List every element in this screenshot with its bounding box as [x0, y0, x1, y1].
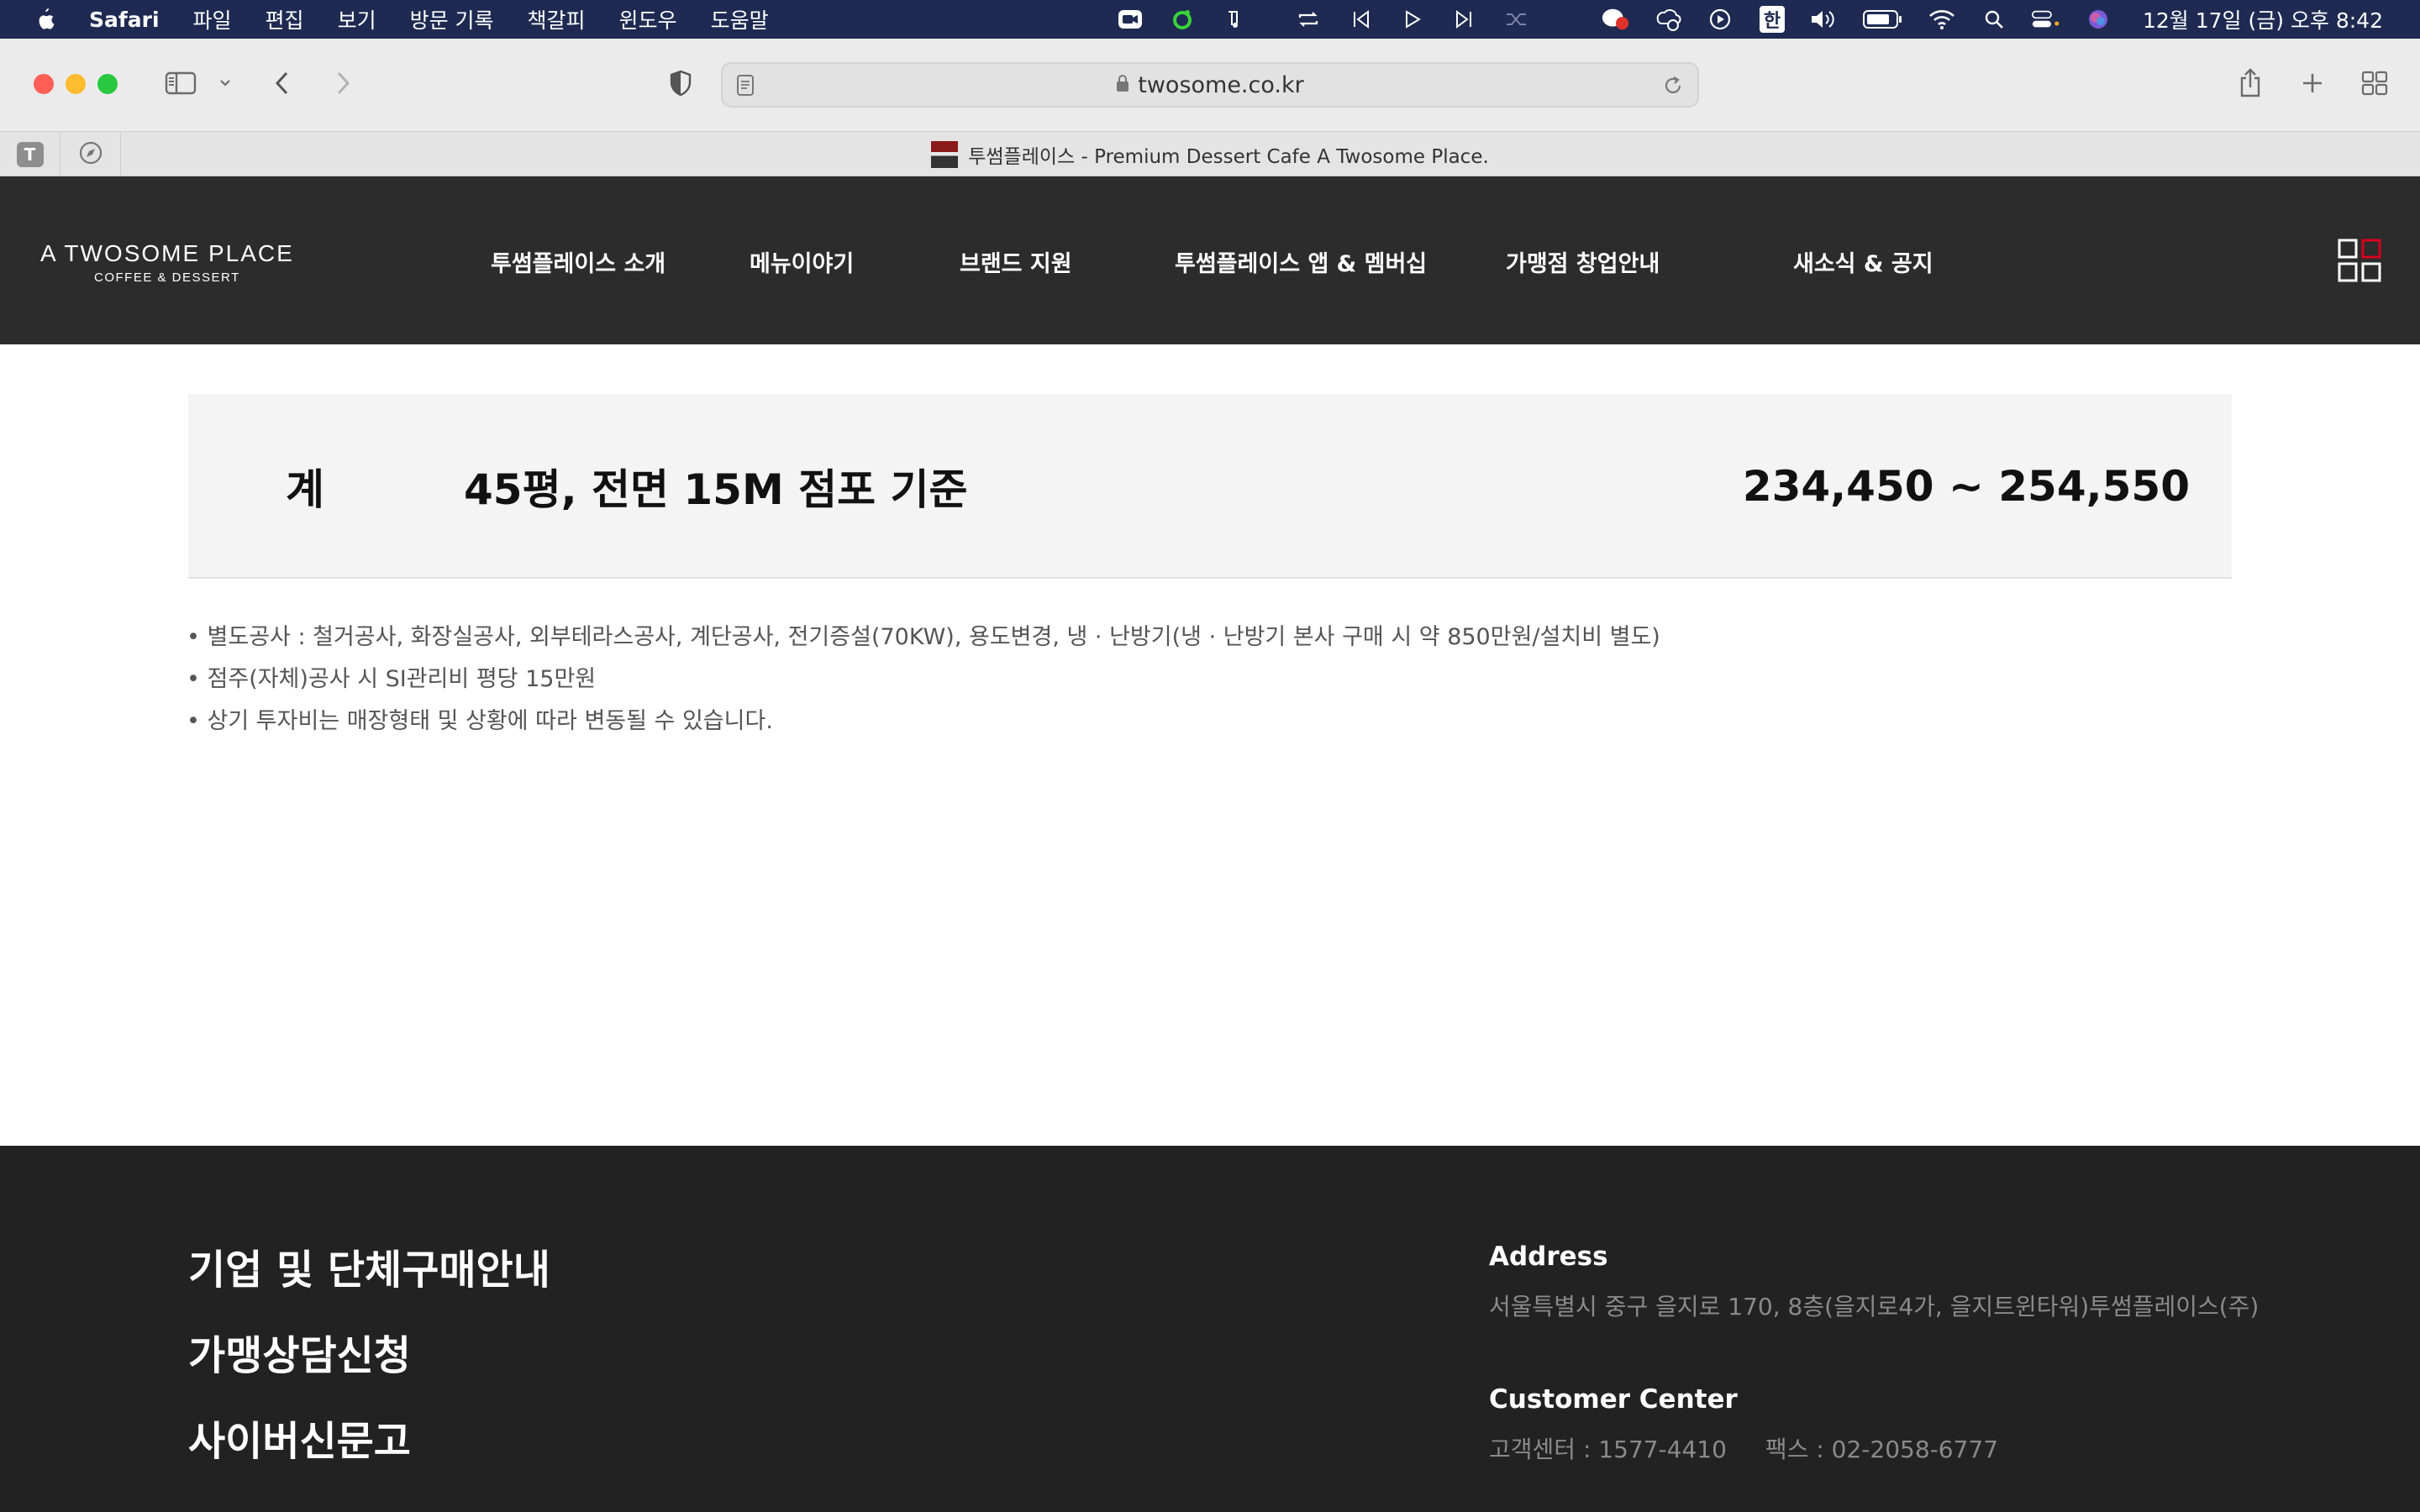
forward-button[interactable]: [328, 62, 358, 104]
menu-edit[interactable]: 편집: [266, 4, 304, 34]
menu-file[interactable]: 파일: [193, 4, 232, 34]
logo-subtitle: COFFEE & DESSERT: [94, 270, 240, 285]
play-icon[interactable]: [1398, 5, 1427, 34]
lock-icon: [1116, 74, 1129, 96]
site-header: A TWOSOME PLACE COFFEE & DESSERT 투썸플레이스 …: [0, 176, 2420, 344]
status-area: 한 12월 17일 (금) 오후 8:42: [1104, 0, 2420, 39]
menu-history[interactable]: 방문 기록: [410, 4, 494, 34]
note-item: • 별도공사 : 철거공사, 화장실공사, 외부테라스공사, 계단공사, 전기증…: [187, 624, 1660, 650]
menubar-clock[interactable]: 12월 17일 (금) 오후 8:42: [2143, 4, 2383, 34]
pinned-tab-t[interactable]: T: [0, 132, 60, 177]
menu-bookmarks[interactable]: 책갈피: [528, 4, 586, 34]
reload-icon[interactable]: [1662, 74, 1684, 101]
pinned-tab-compass[interactable]: [60, 132, 121, 177]
menu-window[interactable]: 윈도우: [619, 4, 677, 34]
phone-number: 고객센터 : 1577-4410: [1489, 1436, 1727, 1463]
shuffle-icon[interactable]: [1502, 5, 1531, 34]
site-footer: 기업 및 단체구매안내 가맹상담신청 사이버신문고 Address 서울특별시 …: [0, 1146, 2420, 1512]
privacy-shield-icon[interactable]: [666, 62, 696, 104]
volume-icon[interactable]: [1810, 5, 1839, 34]
window-zoom-button[interactable]: [97, 74, 118, 94]
active-tab[interactable]: 투썸플레이스 - Premium Dessert Cafe A Twosome …: [0, 132, 2420, 177]
fax-number: 팩스 : 02-2058-6777: [1765, 1436, 1999, 1463]
battery-icon[interactable]: [1862, 5, 1904, 34]
window-minimize-button[interactable]: [66, 74, 86, 94]
notes-list: • 별도공사 : 철거공사, 화장실공사, 외부테라스공사, 계단공사, 전기증…: [187, 617, 1660, 743]
active-tab-title: 투썸플레이스 - Premium Dessert Cafe A Twosome …: [968, 146, 1489, 168]
site-logo[interactable]: A TWOSOME PLACE COFFEE & DESSERT: [40, 240, 294, 285]
app-name-menu[interactable]: Safari: [89, 8, 160, 32]
total-description: 45평, 전면 15M 점포 기준: [464, 465, 968, 514]
logo-title: A TWOSOME PLACE: [40, 240, 294, 266]
media-play-circle-icon[interactable]: [1706, 5, 1734, 34]
pinned-tab-letter: T: [16, 142, 44, 167]
zoom-video-icon[interactable]: [1116, 5, 1144, 34]
window-close-button[interactable]: [34, 74, 54, 94]
input-method-icon[interactable]: 한: [1758, 5, 1786, 34]
new-tab-plus-icon[interactable]: [2296, 62, 2329, 104]
share-icon[interactable]: [2233, 62, 2267, 104]
note-item: • 점주(자체)공사 시 SI관리비 평당 15만원: [187, 666, 597, 692]
input-method-label: 한: [1759, 6, 1785, 33]
nav-franchise[interactable]: 가맹점 창업안내: [1506, 245, 1660, 278]
repeat-icon[interactable]: [1294, 5, 1323, 34]
browser-toolbar: twosome.co.kr: [0, 39, 2420, 131]
contact-line: 고객센터 : 1577-4410 팩스 : 02-2058-6777: [1489, 1431, 1998, 1465]
macos-menu-bar: Safari 파일 편집 보기 방문 기록 책갈피 윈도우 도움말 한 12월 …: [0, 0, 2420, 39]
menu-view[interactable]: 보기: [338, 4, 376, 34]
siri-icon[interactable]: [2084, 5, 2112, 34]
nav-about[interactable]: 투썸플레이스 소개: [491, 245, 666, 278]
all-menu-grid-icon[interactable]: [2338, 239, 2381, 282]
control-center-icon[interactable]: [2031, 5, 2060, 34]
tab-group-chevron-down-icon[interactable]: [215, 62, 235, 104]
sidebar-toggle-icon[interactable]: [163, 62, 200, 104]
spotlight-search-icon[interactable]: [1980, 5, 2008, 34]
site-favicon-icon: [931, 141, 959, 168]
total-label: 계: [286, 465, 324, 514]
address-heading: Address: [1489, 1242, 1608, 1272]
address-text: 서울특별시 중구 을지로 170, 8층(을지로4가, 을지트윈타워)투썸플레이…: [1489, 1293, 2260, 1320]
note-item: • 상기 투자비는 매장형태 및 상황에 따라 변동될 수 있습니다.: [187, 708, 773, 734]
tab-overview-icon[interactable]: [2358, 62, 2391, 104]
nav-menu[interactable]: 메뉴이야기: [750, 245, 854, 278]
nav-brand-support[interactable]: 브랜드 지원: [960, 245, 1072, 278]
apple-menu-icon[interactable]: [32, 5, 57, 34]
customer-center-heading: Customer Center: [1489, 1384, 1738, 1415]
url-text: twosome.co.kr: [1138, 71, 1304, 98]
music-note-icon[interactable]: [1220, 5, 1249, 34]
total-value: 234,450 ~ 254,550: [1742, 462, 2190, 511]
weather-clock-icon[interactable]: [1654, 5, 1682, 34]
nav-app-membership[interactable]: 투썸플레이스 앱 & 멤버십: [1175, 245, 1427, 278]
total-row: 계 45평, 전면 15M 점포 기준 234,450 ~ 254,550: [188, 394, 2232, 579]
next-track-icon[interactable]: [1450, 5, 1479, 34]
footer-link-corporate-purchase[interactable]: 기업 및 단체구매안내: [188, 1236, 550, 1295]
previous-track-icon[interactable]: [1346, 5, 1375, 34]
tab-bar: 투썸플레이스 - Premium Dessert Cafe A Twosome …: [0, 131, 2420, 177]
menu-help[interactable]: 도움말: [711, 4, 769, 34]
footer-link-cyber-complaint[interactable]: 사이버신문고: [188, 1408, 411, 1467]
reader-mode-icon[interactable]: [736, 74, 756, 101]
nav-news[interactable]: 새소식 & 공지: [1793, 245, 1933, 278]
chat-notification-icon[interactable]: [1602, 5, 1630, 34]
wifi-icon[interactable]: [1928, 5, 1956, 34]
naver-app-icon[interactable]: [1168, 5, 1197, 34]
back-button[interactable]: [267, 62, 297, 104]
web-page: A TWOSOME PLACE COFFEE & DESSERT 투썸플레이스 …: [0, 176, 2420, 1512]
footer-link-franchise-inquiry[interactable]: 가맹상담신청: [188, 1322, 411, 1381]
compass-icon: [78, 140, 103, 169]
address-bar[interactable]: twosome.co.kr: [721, 62, 1699, 108]
